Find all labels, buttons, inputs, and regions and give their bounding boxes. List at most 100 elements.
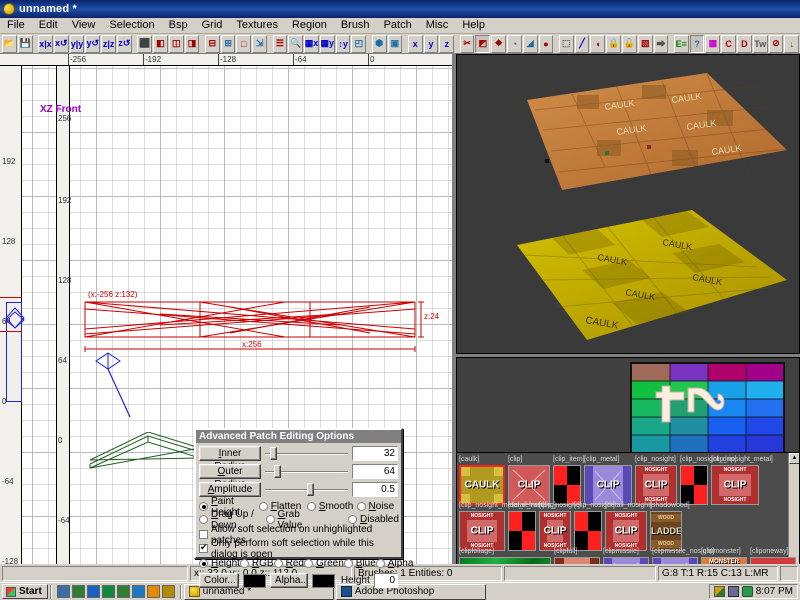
- alpha-button[interactable]: Alpha...: [269, 573, 309, 588]
- no-draw-button[interactable]: ⊘: [768, 34, 784, 53]
- patch-weld-button[interactable]: ⬚: [558, 34, 574, 53]
- menu-brush[interactable]: Brush: [334, 18, 377, 33]
- radio-rgb[interactable]: RGB: [239, 557, 274, 570]
- texture-swatch[interactable]: NOSIGHT NOSIGHT CLIP: [635, 465, 677, 505]
- selection-box-button[interactable]: ▧: [637, 34, 653, 53]
- texture-swatch[interactable]: NOSIGHT NOSIGHT CLIP: [459, 511, 505, 551]
- color-swatch[interactable]: [243, 573, 266, 588]
- inner-radius-slider[interactable]: [265, 446, 348, 461]
- patch-cap-button[interactable]: ◖: [590, 34, 606, 53]
- lock-texture-button[interactable]: 🔒: [606, 34, 622, 53]
- texture-cell[interactable]: [clip_nosight] NOSIGHT NOSIGHT CLIP: [539, 502, 580, 551]
- flip-y-button[interactable]: y|y: [69, 34, 85, 53]
- hollow-button[interactable]: □: [236, 34, 252, 53]
- menu-selection[interactable]: Selection: [102, 18, 161, 33]
- complete-tall-button[interactable]: ⬛: [137, 34, 153, 53]
- radio-alpha[interactable]: Alpha: [375, 557, 413, 570]
- flip-x-button[interactable]: x|x: [38, 34, 53, 53]
- patch-sphere-button[interactable]: ●: [538, 34, 554, 53]
- tray-network-icon[interactable]: [727, 586, 739, 597]
- texture-cell[interactable]: [clip_metal] CLIP: [584, 456, 632, 505]
- patch-bend-button[interactable]: ◩: [475, 34, 491, 53]
- patch-insert-button[interactable]: ❖: [491, 34, 507, 53]
- view-xz-button[interactable]: z: [439, 34, 455, 53]
- camera-viewport[interactable]: CAULK CAULK CAULK CAULK CAULK CAULK CAUL…: [456, 54, 800, 354]
- texture-cell[interactable]: [shadowood] WOODWOODLADDER: [650, 502, 690, 551]
- csg-subtract-button[interactable]: ⊟: [204, 34, 220, 53]
- texture-cell[interactable]: [clip_item]: [553, 456, 585, 505]
- show-desktop-icon[interactable]: [56, 585, 70, 598]
- media-player-icon[interactable]: [71, 585, 85, 598]
- texture-cell[interactable]: [clip] CLIP: [508, 456, 550, 505]
- outlook-icon[interactable]: [86, 585, 100, 598]
- outer-radius-value[interactable]: 64: [352, 464, 398, 479]
- texture-swatch[interactable]: WOODWOODLADDER: [650, 511, 682, 551]
- tray-display-icon[interactable]: [713, 586, 725, 597]
- z-axis-handle[interactable]: [4, 306, 26, 332]
- clipper-button[interactable]: ⇲: [252, 34, 268, 53]
- messenger-icon[interactable]: [101, 585, 115, 598]
- texture-swatch[interactable]: NOSIGHT NOSIGHT CLIP: [711, 465, 759, 505]
- alpha-swatch[interactable]: [311, 573, 335, 588]
- cd-player-icon[interactable]: [146, 585, 160, 598]
- csg-merge-button[interactable]: ⊞: [220, 34, 236, 53]
- rotate-x-button[interactable]: x↺: [53, 34, 69, 53]
- menu-file[interactable]: File: [0, 18, 32, 33]
- patch-thicken-button[interactable]: ╱: [574, 34, 590, 53]
- menu-region[interactable]: Region: [285, 18, 334, 33]
- texture-swatch[interactable]: NOSIGHT NOSIGHT CLIP: [539, 511, 571, 551]
- only-soft-selection-while-open-checkbox[interactable]: Only perform soft selection while this d…: [199, 538, 398, 560]
- flip-z-button[interactable]: z|z: [101, 34, 116, 53]
- cubic-clip-button[interactable]: C: [721, 34, 737, 53]
- unlock-texture-button[interactable]: 🔓: [622, 34, 637, 53]
- texture-swatch[interactable]: CAULK: [459, 465, 505, 505]
- radio-noise[interactable]: Noise: [356, 500, 398, 513]
- detail-button[interactable]: D: [737, 34, 752, 53]
- patch-cone-button[interactable]: ◢: [522, 34, 538, 53]
- texture-cell[interactable]: [detail_nohang]: [508, 502, 556, 551]
- view-yz-button[interactable]: y: [423, 34, 439, 53]
- scroll-up-icon[interactable]: ▲: [789, 453, 799, 464]
- select-touching-button[interactable]: ◧: [153, 34, 168, 53]
- color-button[interactable]: Color...: [199, 573, 239, 588]
- rotate-y-button[interactable]: y↺: [85, 34, 101, 53]
- texture-cell[interactable]: [clip_nosight_metal] NOSIGHT NOSIGHT CLIP: [711, 456, 773, 505]
- select-partial-button[interactable]: ◫: [168, 34, 184, 53]
- texture-lock-button[interactable]: 🔍: [288, 34, 304, 53]
- height-value[interactable]: 0: [373, 573, 399, 588]
- connect-entities-button[interactable]: ⮕: [653, 34, 669, 53]
- folder-icon[interactable]: [161, 585, 175, 598]
- texture-swatch[interactable]: [553, 465, 581, 505]
- patch-cylinder-button[interactable]: ◔: [507, 34, 522, 53]
- view-xy-button[interactable]: x: [407, 34, 423, 53]
- texture-cell[interactable]: [clip_nosight] NOSIGHT NOSIGHT CLIP: [635, 456, 677, 505]
- amplitude-value[interactable]: 0.5: [352, 482, 398, 497]
- texture-cell[interactable]: [clip_nosight_drip]: [680, 456, 736, 505]
- rotate-z-button[interactable]: z↺: [116, 34, 132, 53]
- texture-swatch[interactable]: NOSIGHT NOSIGHT CLIP: [605, 511, 647, 551]
- status-resize-grip[interactable]: [780, 565, 798, 581]
- menu-help[interactable]: Help: [455, 18, 492, 33]
- rotate-tex-y-button[interactable]: ▦y: [319, 34, 335, 53]
- outer-radius-button[interactable]: Outer Radius: [199, 464, 261, 490]
- texture-cell[interactable]: [caulk] CAULK: [459, 456, 505, 505]
- menu-patch[interactable]: Patch: [377, 18, 419, 33]
- menu-grid[interactable]: Grid: [195, 18, 230, 33]
- outer-radius-slider[interactable]: [265, 464, 348, 479]
- entity-inspector-button[interactable]: ⬢: [371, 34, 387, 53]
- notepad-icon[interactable]: [116, 585, 130, 598]
- select-inside-button[interactable]: ◨: [184, 34, 200, 53]
- radio-red[interactable]: Red: [273, 557, 304, 570]
- inner-radius-button[interactable]: Inner Radius: [199, 446, 261, 472]
- texture-swatch[interactable]: [680, 465, 708, 505]
- texture-preview-panel[interactable]: [456, 357, 800, 460]
- save-file-button[interactable]: 💾: [17, 34, 33, 53]
- amplitude-slider[interactable]: [265, 482, 348, 497]
- menu-edit[interactable]: Edit: [32, 18, 65, 33]
- radio-blue[interactable]: Blue: [343, 557, 376, 570]
- texture-swatch[interactable]: [574, 511, 602, 551]
- internet-explorer-icon[interactable]: [131, 585, 145, 598]
- menu-textures[interactable]: Textures: [229, 18, 285, 33]
- texture-cell[interactable]: [clip_nosight_metal_refract] NOSIGHT NOSIG…: [459, 502, 545, 551]
- tray-volume-icon[interactable]: [741, 586, 753, 597]
